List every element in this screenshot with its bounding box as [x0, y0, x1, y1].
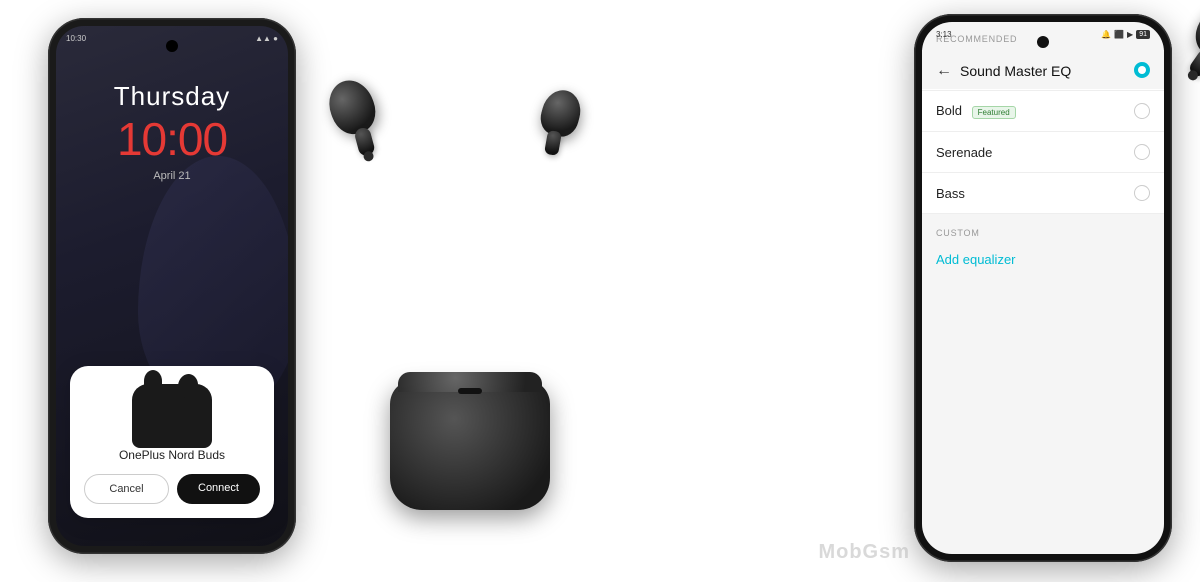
device-name-label: OnePlus Nord Buds: [84, 448, 260, 462]
right-phone: 3:13 🔔 ⬛ ▶ 91 ← Sound Master EQ ⋮ RECOMM…: [914, 14, 1172, 568]
eq-app-title: Sound Master EQ: [960, 63, 1071, 79]
earbud-left-floating: [322, 74, 382, 140]
status-time-right: 3:13: [936, 30, 952, 39]
connect-button[interactable]: Connect: [177, 474, 260, 504]
custom-section-label: CUSTOM: [922, 214, 1164, 244]
bluetooth-popup: OnePlus Nord Buds Cancel Connect: [70, 366, 274, 518]
featured-badge: Featured: [972, 106, 1016, 119]
earbuds-case: [390, 380, 550, 510]
camera-punch-hole-right: [1037, 36, 1049, 48]
buds-image: [132, 384, 212, 448]
eq-app-header: ← Sound Master EQ ⋮: [922, 50, 1164, 89]
earbud-outside-top: [1187, 0, 1200, 65]
earbud-right-floating: [537, 86, 586, 140]
clock-area: Thursday 10:00 April 21: [56, 81, 288, 182]
radio-serenade[interactable]: [1134, 144, 1150, 160]
left-phone: 10:30 ▲▲ ● Thursday 10:00 April 21 OnePl…: [48, 18, 296, 558]
eq-label-serenade: Serenade: [936, 145, 992, 160]
eq-item-bold[interactable]: Bold Featured: [922, 91, 1164, 132]
status-time-left: 10:30: [66, 34, 86, 43]
back-button[interactable]: ←: [936, 62, 952, 80]
radio-bold[interactable]: [1134, 103, 1150, 119]
clock-date: April 21: [56, 170, 288, 182]
clock-time: 10:00: [56, 112, 288, 166]
day-label: Thursday: [56, 81, 288, 112]
status-icons-left: ▲▲ ●: [255, 34, 278, 43]
earbuds-product-shot: [310, 60, 630, 540]
eq-item-bass[interactable]: Bass: [922, 173, 1164, 214]
eq-label-bold: Bold Featured: [936, 103, 1016, 119]
status-bar-left: 10:30 ▲▲ ●: [66, 34, 278, 43]
eq-label-bass: Bass: [936, 186, 965, 201]
watermark: MobGsm: [818, 541, 910, 564]
status-icons-right: 🔔 ⬛ ▶ 91: [1101, 30, 1150, 39]
eq-header-left: ← Sound Master EQ: [936, 62, 1071, 80]
radio-balanced[interactable]: [1134, 62, 1150, 78]
case-hinge: [458, 388, 482, 394]
eq-item-serenade[interactable]: Serenade: [922, 132, 1164, 173]
popup-buttons: Cancel Connect: [84, 474, 260, 504]
radio-bass[interactable]: [1134, 185, 1150, 201]
add-equalizer-button[interactable]: Add equalizer: [922, 244, 1164, 275]
cancel-button[interactable]: Cancel: [84, 474, 169, 504]
